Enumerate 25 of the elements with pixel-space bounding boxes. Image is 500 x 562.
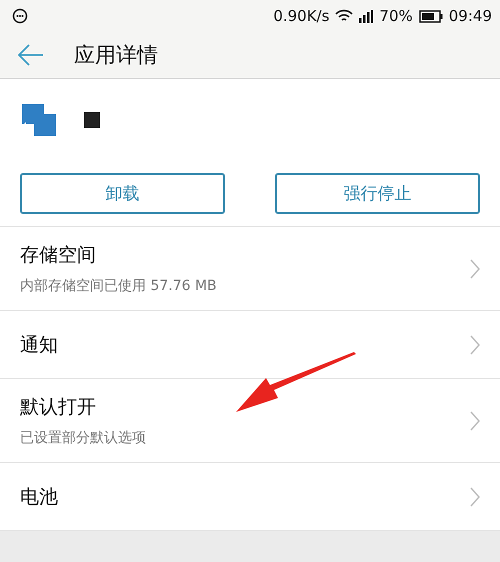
signal-icon xyxy=(359,10,374,22)
action-button[interactable]: 卸载 xyxy=(20,173,225,214)
item-subtitle: 内部存储空间已使用 57.76 MB xyxy=(20,277,217,295)
item-subtitle: 已设置部分默认选项 xyxy=(20,429,146,447)
item-title: 存储空间 xyxy=(20,243,97,268)
battery-percent: 70% xyxy=(379,7,413,25)
item-title: 通知 xyxy=(20,332,58,358)
back-icon[interactable] xyxy=(18,44,44,66)
settings-item[interactable]: 存储空间 内部存储空间已使用 57.76 MB xyxy=(0,227,500,311)
wifi-icon xyxy=(335,9,354,23)
chat-bubble-icon xyxy=(12,8,28,24)
item-title: 默认打开 xyxy=(20,395,97,420)
action-button[interactable]: 强行停止 xyxy=(275,173,480,214)
chevron-icon xyxy=(470,410,480,430)
battery-icon xyxy=(418,10,443,22)
chevron-icon xyxy=(470,334,480,354)
item-title: 电池 xyxy=(20,484,58,510)
clock: 09:49 xyxy=(448,7,492,25)
redaction-block xyxy=(84,112,100,128)
window-title: 应用详情 xyxy=(74,42,158,69)
chevron-icon xyxy=(470,486,480,506)
chevron-icon xyxy=(470,258,480,278)
app-icon xyxy=(20,104,58,136)
network-speed: 0.90K/s xyxy=(273,7,330,25)
settings-item[interactable]: 电池 xyxy=(0,463,500,531)
